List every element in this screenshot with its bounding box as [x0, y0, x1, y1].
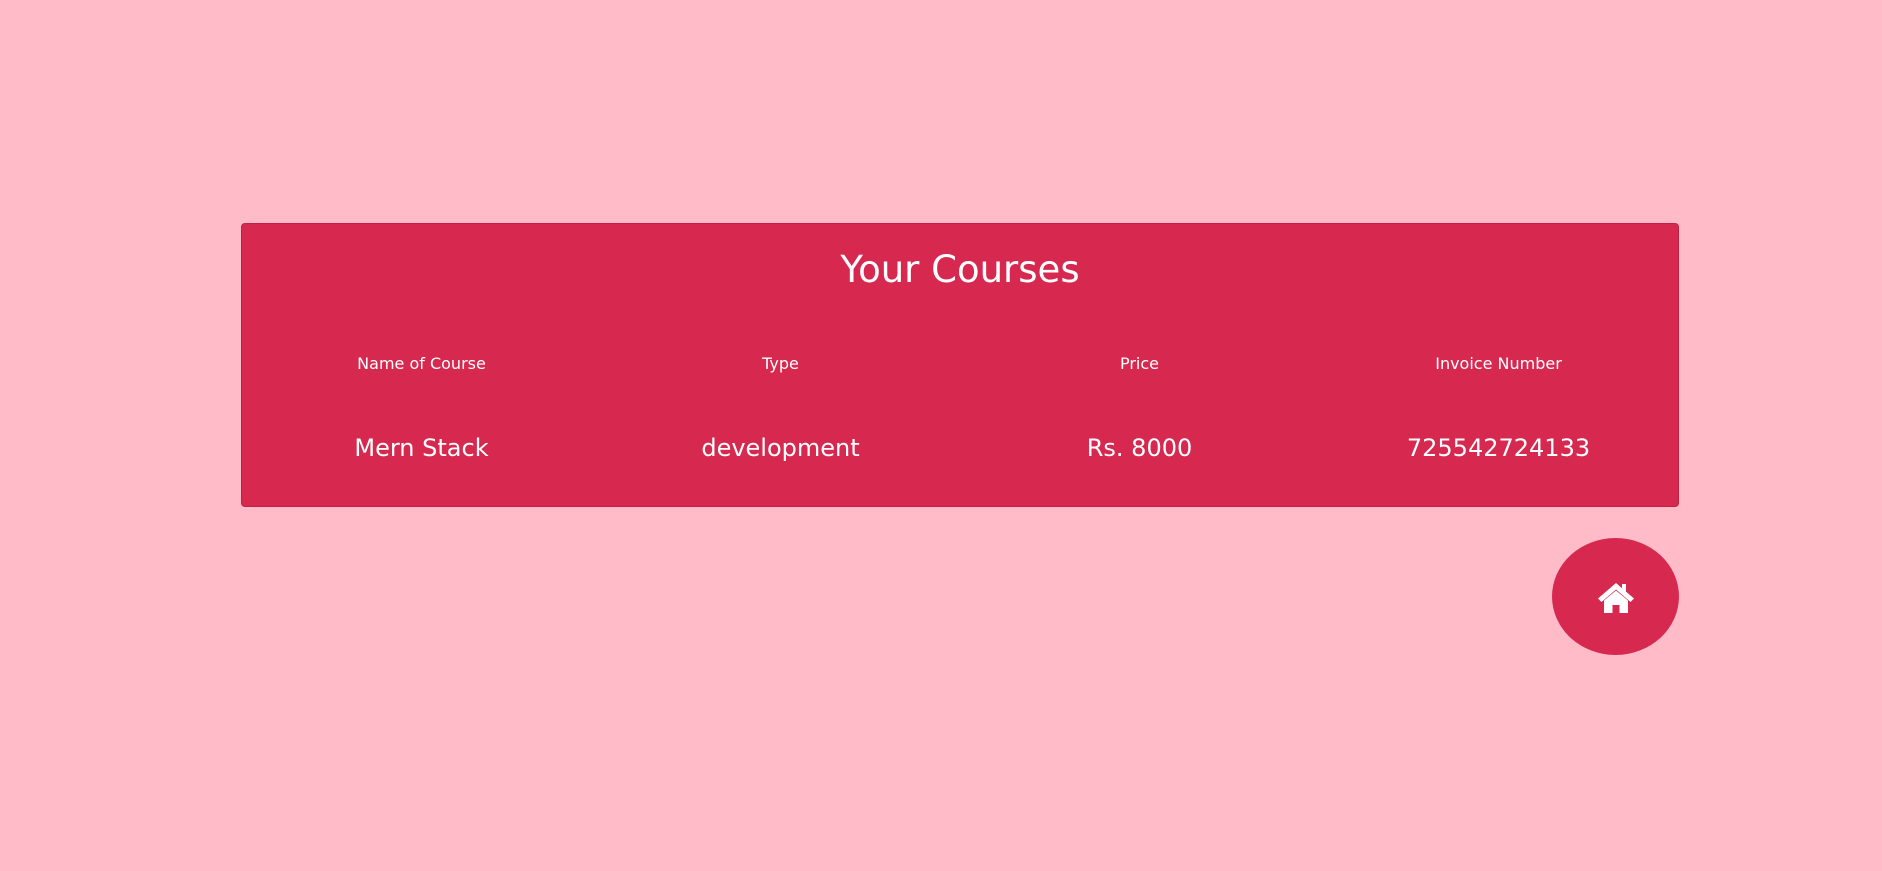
home-button[interactable]	[1552, 538, 1679, 655]
column-header-type: Type	[762, 354, 799, 373]
column-header-price: Price	[1119, 354, 1160, 373]
table-row: Mern Stack development Rs. 8000 72554272…	[242, 433, 1678, 463]
invoice-number-cell: 725542724133	[1406, 434, 1591, 462]
course-type-cell: development	[701, 434, 860, 462]
home-icon	[1597, 582, 1634, 613]
table-header-row: Name of Course Type Price Invoice Number	[242, 354, 1678, 374]
course-name-cell: Mern Stack	[354, 434, 489, 462]
page-title: Your Courses	[840, 248, 1080, 291]
column-header-course-name: Name of Course	[357, 354, 486, 373]
column-header-invoice-number: Invoice Number	[1435, 354, 1562, 373]
course-price-cell: Rs. 8000	[1086, 434, 1193, 462]
courses-card: Your Courses Name of Course Type Price I…	[241, 223, 1679, 507]
